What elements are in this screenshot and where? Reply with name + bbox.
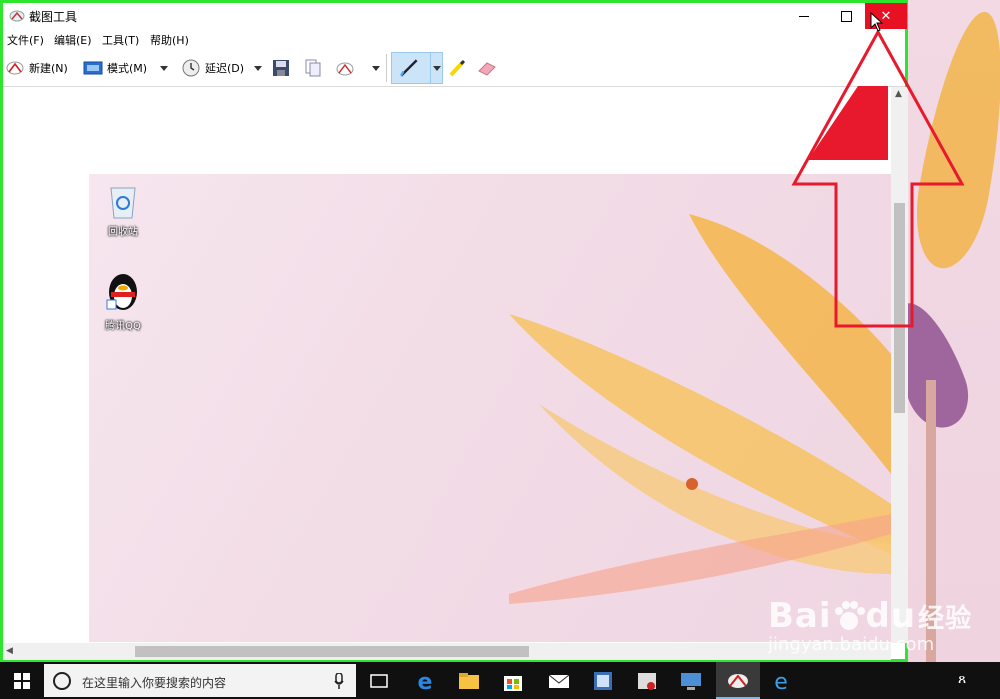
snipping-tool-icon [9, 10, 25, 22]
svg-text:e: e [418, 670, 433, 694]
watermark-brand-3: 经验 [918, 603, 973, 634]
qq-penguin-icon [106, 274, 137, 310]
desktop-icon-qq[interactable]: 腾讯QQ [93, 270, 153, 332]
file-explorer-icon[interactable] [456, 668, 482, 694]
delay-button[interactable]: 延迟(D) [181, 56, 244, 80]
snip-canvas: 回收站 腾讯QQ [3, 87, 891, 643]
watermark-url: jingyan.baidu.com [768, 634, 935, 655]
pen-chevron-down-icon [433, 66, 441, 71]
qq-label: 腾讯QQ [105, 321, 141, 332]
maximize-icon [840, 10, 852, 22]
new-snip-icon [6, 61, 24, 75]
scroll-up-icon[interactable]: ▲ [895, 89, 902, 99]
snipping-tool-taskbar-icon [728, 674, 748, 688]
ie-browser-icon[interactable]: e [768, 668, 794, 694]
recycle-bin-icon [110, 187, 136, 219]
desktop-icon-recycle-bin[interactable]: 回收站 [93, 182, 153, 238]
snipping-tool-window: 截图工具 ✕ 文件(F) 编辑(E) 工具(T) 帮助(H) 新建(N) 模式(… [0, 0, 908, 662]
new-snip-button[interactable]: 新建(N) [5, 56, 68, 80]
delay-label: 延迟(D) [205, 62, 245, 75]
copy-button[interactable] [303, 56, 327, 80]
vertical-scrollbar[interactable]: ▲ [891, 87, 908, 643]
desktop-wallpaper [908, 0, 1000, 662]
highlighter-button[interactable] [448, 56, 472, 80]
delay-dropdown[interactable] [254, 56, 262, 80]
toolbar: 新建(N) 模式(M) 延迟(D) [3, 50, 905, 87]
task-view-icon[interactable] [366, 668, 392, 694]
mode-button[interactable]: 模式(M) [83, 56, 147, 80]
menu-file[interactable]: 文件(F) [7, 32, 44, 48]
pen-icon [400, 59, 418, 77]
cortana-circle-icon [53, 672, 71, 690]
mode-chevron-down-icon [160, 65, 168, 71]
flower-petals-image [509, 214, 891, 604]
people-icon[interactable]: ጸ [958, 671, 966, 687]
start-button[interactable] [0, 662, 44, 699]
captured-screenshot: 回收站 腾讯QQ [89, 174, 891, 642]
horizontal-scroll-thumb[interactable] [135, 646, 529, 657]
mode-dropdown[interactable] [160, 56, 168, 80]
copy-icon [305, 59, 321, 77]
paw-icon [834, 601, 865, 630]
pen-button[interactable] [391, 52, 443, 84]
search-placeholder: 在这里输入你要搜索的内容 [82, 676, 227, 690]
windows-logo-icon [14, 672, 30, 689]
taskbar-search-box[interactable]: 在这里输入你要搜索的内容 [44, 664, 356, 697]
clock-icon [182, 59, 200, 77]
send-snip-icon [336, 62, 354, 76]
watermark-brand: Bai [768, 596, 832, 636]
highlighter-icon [449, 59, 466, 77]
microphone-icon [334, 673, 344, 689]
toolbar-divider [386, 54, 387, 82]
remote-desktop-icon[interactable] [678, 668, 704, 694]
send-snip-button[interactable] [335, 56, 359, 80]
baidu-watermark: Bai du 经验 jingyan.baidu.com [768, 596, 972, 655]
menu-tools[interactable]: 工具(T) [102, 32, 139, 48]
minimize-icon [799, 15, 809, 17]
watermark-brand-2: du [865, 596, 917, 636]
delay-chevron-down-icon [254, 65, 262, 71]
title-bar: 截图工具 ✕ [3, 3, 907, 29]
recycle-bin-label: 回收站 [108, 227, 138, 238]
photo-app-icon[interactable] [590, 668, 616, 694]
mode-label: 模式(M) [107, 62, 148, 75]
save-button[interactable] [271, 56, 295, 80]
horizontal-scrollbar[interactable]: ◀ [3, 643, 891, 660]
menu-help[interactable]: 帮助(H) [150, 32, 189, 48]
maximize-button[interactable] [825, 3, 867, 29]
vertical-scroll-thumb[interactable] [894, 203, 905, 413]
mail-icon[interactable] [546, 668, 572, 694]
new-snip-label: 新建(N) [29, 62, 68, 75]
send-dropdown[interactable] [372, 56, 380, 80]
active-taskbar-item[interactable] [716, 662, 760, 699]
edge-browser-icon[interactable]: e [412, 668, 438, 694]
window-title: 截图工具 [29, 10, 78, 24]
mode-rect-icon [83, 61, 103, 75]
mouse-cursor-icon [870, 12, 884, 32]
scroll-left-icon[interactable]: ◀ [6, 646, 13, 656]
menu-edit[interactable]: 编辑(E) [54, 32, 92, 48]
save-icon [273, 60, 289, 76]
minimize-button[interactable] [783, 3, 825, 29]
store-icon[interactable] [500, 668, 526, 694]
svg-text:e: e [774, 670, 788, 694]
menu-bar: 文件(F) 编辑(E) 工具(T) 帮助(H) [3, 29, 905, 49]
eraser-button[interactable] [477, 56, 501, 80]
snipping-app-taskbar-icon[interactable] [634, 668, 660, 694]
taskbar: 在这里输入你要搜索的内容 e e ጸ [0, 662, 1000, 699]
eraser-icon [478, 62, 496, 76]
send-chevron-down-icon [372, 65, 380, 71]
